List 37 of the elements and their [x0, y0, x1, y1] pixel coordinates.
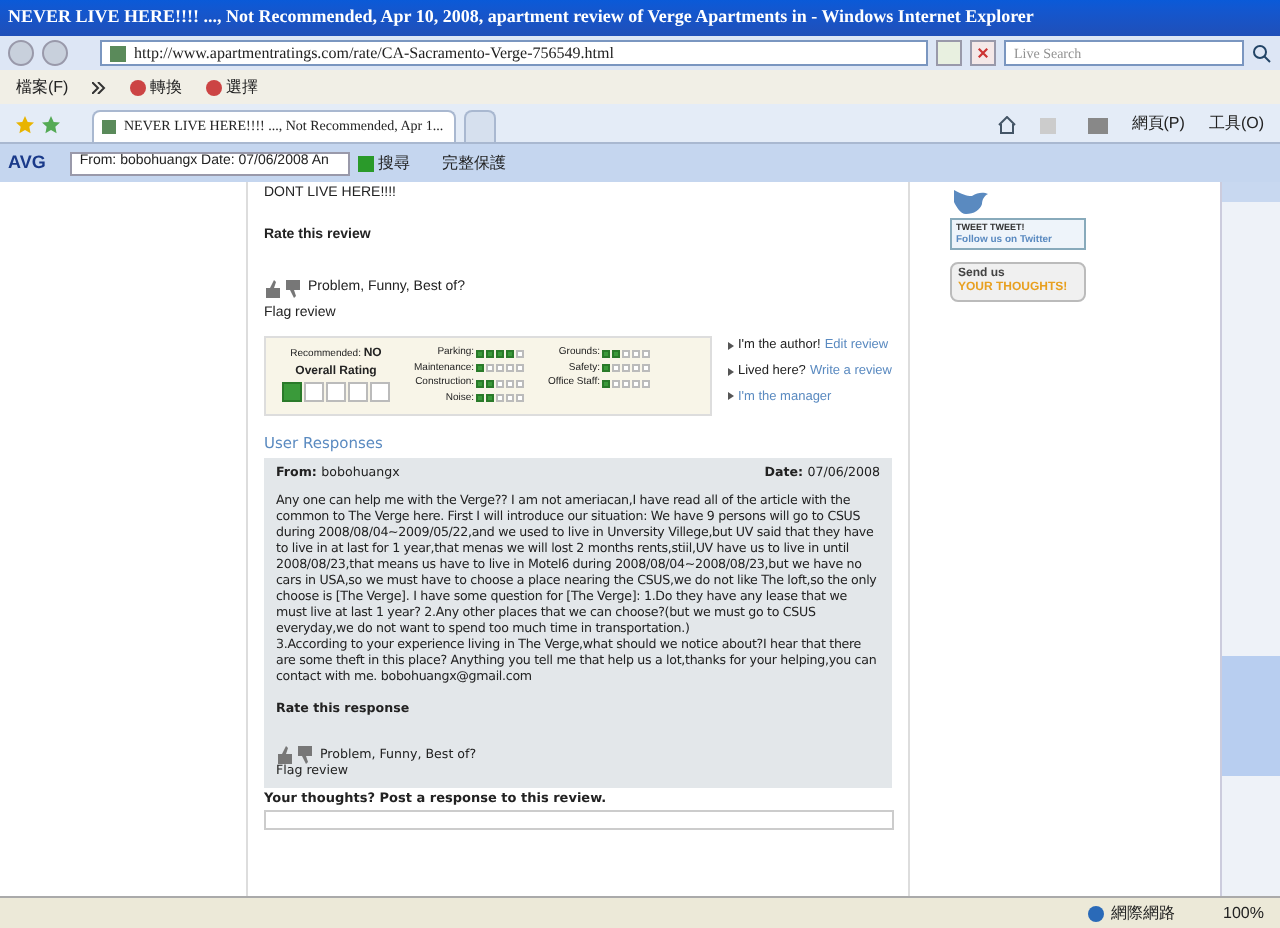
- avg-logo[interactable]: AVG: [8, 149, 46, 177]
- toolbar-search-button[interactable]: 搜尋: [357, 151, 410, 175]
- command-menu[interactable]: 工具(O): [1208, 112, 1264, 136]
- refresh-button[interactable]: [936, 40, 962, 66]
- home-icon[interactable]: [997, 116, 1016, 134]
- site-icon: [110, 45, 126, 61]
- link-item[interactable]: 選擇: [226, 75, 259, 99]
- site-icon: [102, 120, 116, 134]
- window-title: NEVER LIVE HERE!!!! ..., Not Recommended, Apr 10, 2008, apartment review of Verge Apartments in - Windows Internet Explorer: [8, 4, 1034, 31]
- favorites-star-icon[interactable]: [16, 116, 34, 134]
- bullet-icon: [727, 341, 734, 350]
- link-icon: [206, 79, 223, 95]
- address-field[interactable]: http://www.apartmentratings.com/rate/CA-Sacramento-Verge-756549.html: [100, 40, 928, 66]
- response-input[interactable]: [264, 810, 894, 830]
- protection-label[interactable]: 完整保護: [441, 151, 506, 175]
- browser-tab[interactable]: [464, 110, 496, 142]
- search-icon[interactable]: [1252, 43, 1272, 63]
- forward-button[interactable]: [42, 40, 68, 66]
- zone-label: 網際網路: [1111, 901, 1176, 925]
- menu-item[interactable]: 檔案(F): [16, 75, 69, 99]
- link-icon: [130, 79, 147, 95]
- zoom-control[interactable]: 100%: [1223, 901, 1264, 925]
- back-button[interactable]: [8, 40, 34, 66]
- globe-icon: [1087, 905, 1104, 921]
- stop-button[interactable]: [970, 40, 996, 66]
- thumbs-up-icon[interactable]: [264, 279, 280, 298]
- url-text: http://www.apartmentratings.com/rate/CA-Sacramento-Verge-756549.html: [134, 41, 614, 65]
- thumbs-down-icon[interactable]: [284, 279, 300, 298]
- link-item[interactable]: 轉換: [150, 75, 183, 99]
- command-menu[interactable]: 網頁(P): [1131, 112, 1185, 136]
- chevron-icon[interactable]: [92, 81, 107, 93]
- thumbs-down-icon[interactable]: [296, 746, 312, 765]
- scrollbar[interactable]: [1220, 182, 1280, 896]
- add-favorite-icon[interactable]: [42, 116, 60, 134]
- thumbs-up-icon[interactable]: [276, 746, 292, 765]
- bullet-icon: [727, 367, 734, 376]
- bullet-icon: [727, 392, 734, 401]
